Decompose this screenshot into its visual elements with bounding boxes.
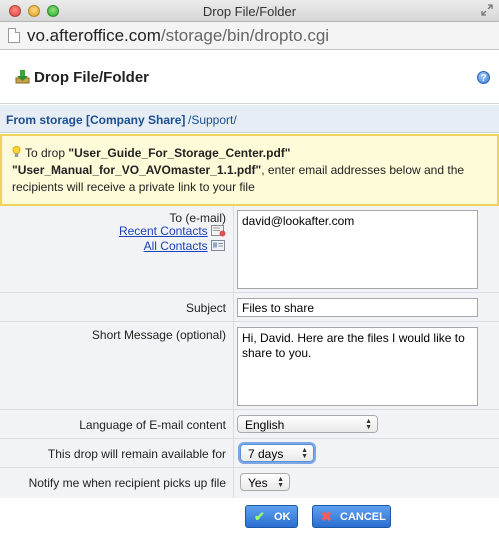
cancel-label: CANCEL [340,511,386,523]
language-value: English [245,418,285,432]
availability-label: This drop will remain available for [47,447,226,461]
window-title: Drop File/Folder [202,4,297,19]
breadcrumb: From storage [Company Share] /Support/ [0,105,499,133]
dialog-header: Drop File/Folder ? [0,50,499,104]
subject-row: Subject [0,293,499,322]
language-select[interactable]: English ▲ ▼ [237,415,378,433]
page-icon [8,28,20,43]
notify-label: Notify me when recipient picks up file [28,476,226,490]
message-row: Short Message (optional) Hi, David. Here… [0,322,499,410]
lightbulb-icon [12,146,21,157]
ok-button[interactable]: ✔ OK [245,505,298,528]
fullscreen-icon[interactable] [481,4,493,16]
subject-label: Subject [185,301,226,315]
availability-value: 7 days [248,447,284,461]
drop-form: To (e-mail) Recent Contacts All Contacts… [0,206,499,498]
message-label: Short Message (optional) [91,328,226,342]
notify-row: Notify me when recipient picks up file Y… [0,468,499,498]
recent-contacts-link[interactable]: Recent Contacts [119,224,208,238]
availability-select[interactable]: 7 days ▲ ▼ [240,444,314,462]
ok-label: OK [274,511,291,523]
recent-contacts-link-wrap: Recent Contacts [119,224,226,238]
url-host: vo.afteroffice.com [27,26,161,45]
to-row: To (e-mail) Recent Contacts All Contacts… [0,206,499,293]
action-bar: ✔ OK ✖ CANCEL [0,498,499,538]
drop-notice: To drop "User_Guide_For_Storage_Center.p… [0,134,499,206]
help-icon[interactable]: ? [477,71,490,84]
email-field[interactable]: david@lookafter.com [237,210,478,289]
language-label: Language of E-mail content [79,418,226,432]
notify-value: Yes [248,476,268,490]
recent-contacts-icon[interactable] [211,224,226,237]
notify-select[interactable]: Yes ▲ ▼ [240,473,290,491]
address-book-icon[interactable] [211,239,226,252]
url-text[interactable]: vo.afteroffice.com/storage/bin/dropto.cg… [27,26,329,46]
select-arrows-icon: ▲ ▼ [277,476,284,489]
breadcrumb-storage[interactable]: From storage [Company Share] [6,113,185,127]
cross-icon: ✖ [321,509,332,524]
notice-prefix: To drop [25,146,66,160]
address-bar: vo.afteroffice.com/storage/bin/dropto.cg… [0,22,499,50]
select-arrows-icon: ▲ ▼ [365,418,372,431]
language-row: Language of E-mail content English ▲ ▼ [0,410,499,439]
availability-row: This drop will remain available for 7 da… [0,439,499,468]
all-contacts-link-wrap: All Contacts [144,239,226,253]
page-title: Drop File/Folder [34,69,150,86]
checkmark-icon: ✔ [254,509,265,524]
url-path: /storage/bin/dropto.cgi [160,26,330,45]
to-label: To (e-mail) [169,211,226,225]
all-contacts-link[interactable]: All Contacts [144,239,208,253]
cancel-button[interactable]: ✖ CANCEL [312,505,391,528]
download-icon [15,70,30,84]
message-field[interactable]: Hi, David. Here are the files I would li… [237,327,478,406]
window-titlebar: Drop File/Folder [0,0,499,22]
select-arrows-icon: ▲ ▼ [301,447,308,460]
subject-input[interactable] [237,298,478,317]
breadcrumb-path[interactable]: /Support/ [188,113,237,127]
